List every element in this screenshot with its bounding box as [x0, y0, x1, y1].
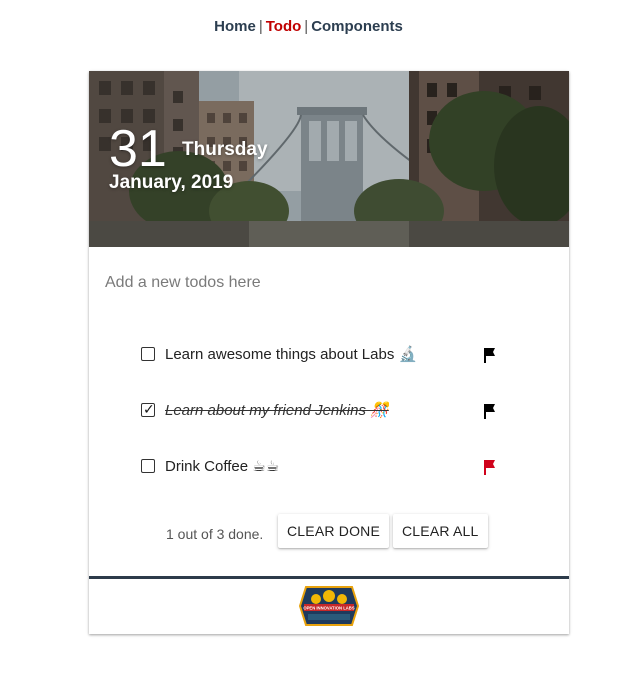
clear-done-button[interactable]: CLEAR DONE	[278, 514, 390, 548]
todo-item: Drink Coffee ☕☕	[141, 455, 511, 481]
todo-card: 31 Thursday January, 2019 Learn awesome …	[89, 71, 569, 634]
new-todo-input[interactable]	[105, 271, 545, 295]
todo-checkbox[interactable]	[141, 459, 155, 473]
flag-icon[interactable]	[481, 346, 499, 364]
date-month-year: January, 2019	[109, 172, 234, 193]
open-innovation-labs-logo: OPEN INNOVATION LABS	[298, 586, 360, 626]
done-summary: 1 out of 3 done.	[166, 526, 264, 542]
header-image: 31 Thursday January, 2019	[89, 71, 569, 247]
todo-item: Learn awesome things about Labs 🔬	[141, 343, 511, 369]
todo-label[interactable]: Learn awesome things about Labs 🔬	[165, 345, 417, 363]
todo-item: ✓ Learn about my friend Jenkins 🎊	[141, 399, 511, 425]
todo-label[interactable]: Learn about my friend Jenkins 🎊	[165, 401, 389, 419]
footer-divider	[89, 576, 569, 579]
nav-link-home[interactable]: Home	[214, 18, 256, 35]
clear-all-button[interactable]: CLEAR ALL	[393, 514, 488, 548]
date-weekday: Thursday	[182, 139, 268, 160]
todo-checkbox[interactable]: ✓	[141, 401, 155, 417]
nav-link-components[interactable]: Components	[311, 18, 403, 35]
nav-separator: |	[258, 18, 263, 35]
flag-icon[interactable]	[481, 458, 499, 476]
flag-icon[interactable]	[481, 402, 499, 420]
date-day: 31	[109, 120, 167, 178]
nav-separator: |	[304, 18, 309, 35]
top-nav: Home | Todo | Components	[0, 18, 617, 35]
logo-text: OPEN INNOVATION LABS	[303, 606, 354, 611]
checkmark-icon: ✓	[143, 401, 155, 417]
nav-link-todo[interactable]: Todo	[266, 18, 302, 35]
todo-label[interactable]: Drink Coffee ☕☕	[165, 457, 279, 475]
todo-checkbox[interactable]	[141, 347, 155, 361]
